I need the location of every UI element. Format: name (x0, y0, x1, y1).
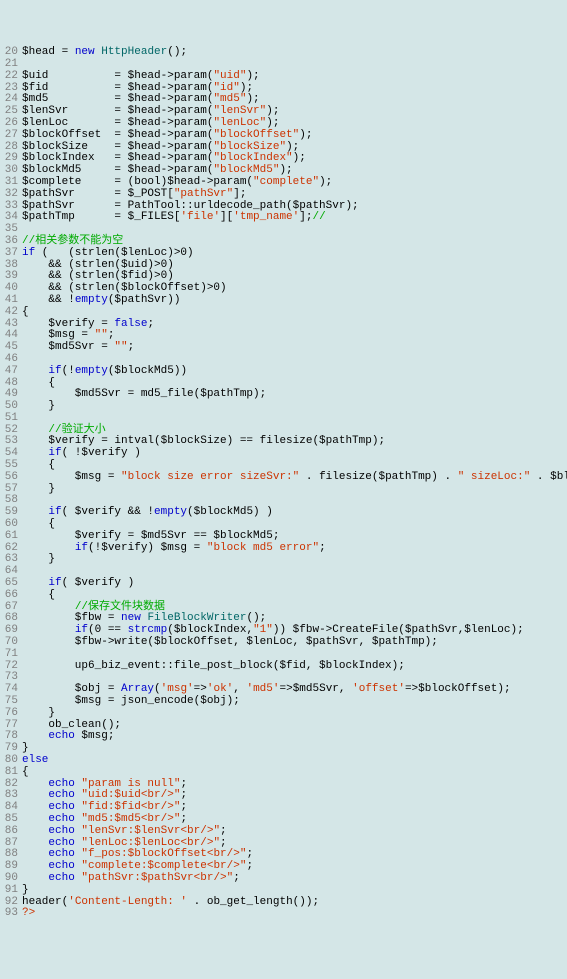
code-line: 92header('Content-Length: ' . ob_get_len… (0, 897, 567, 909)
line-number: 93 (0, 908, 22, 920)
line-number: 85 (0, 814, 22, 826)
code-line: 71 (0, 649, 567, 661)
code-text: up6_biz_event::file_post_block($fid, $bl… (22, 661, 567, 673)
code-line: 72 up6_biz_event::file_post_block($fid, … (0, 661, 567, 673)
line-number: 61 (0, 531, 22, 543)
code-text: && !empty($pathSvr)) (22, 295, 567, 307)
code-text: $blockOffset = $head->param("blockOffset… (22, 130, 567, 142)
code-text: } (22, 554, 567, 566)
code-text: //相关参数不能为空 (22, 236, 567, 248)
line-number: 66 (0, 590, 22, 602)
code-listing: 20$head = new HttpHeader();2122$uid = $h… (0, 47, 567, 920)
code-line: 59 if( $verify && !empty($blockMd5) ) (0, 507, 567, 519)
line-number: 22 (0, 71, 22, 83)
code-text: ?> (22, 908, 567, 920)
code-line: 78 echo $msg; (0, 731, 567, 743)
code-text (22, 649, 567, 661)
code-text: header('Content-Length: ' . ob_get_lengt… (22, 897, 567, 909)
line-number: 42 (0, 307, 22, 319)
code-text: $msg = json_encode($obj); (22, 696, 567, 708)
code-line: 36//相关参数不能为空 (0, 236, 567, 248)
code-text: $fbw->write($blockOffset, $lenLoc, $path… (22, 637, 567, 649)
code-text: } (22, 401, 567, 413)
code-line: 21 (0, 59, 567, 71)
code-text: $md5Svr = ""; (22, 342, 567, 354)
code-text: } (22, 484, 567, 496)
line-number: 41 (0, 295, 22, 307)
code-text: } (22, 743, 567, 755)
code-line: 80else (0, 755, 567, 767)
code-text: $head = new HttpHeader(); (22, 47, 567, 59)
code-text: if ( (strlen($lenLoc)>0) (22, 248, 567, 260)
line-number: 31 (0, 177, 22, 189)
code-line: 65 if( $verify ) (0, 578, 567, 590)
code-line: 20$head = new HttpHeader(); (0, 47, 567, 59)
line-number: 51 (0, 413, 22, 425)
line-number: 92 (0, 897, 22, 909)
code-line: 76 } (0, 708, 567, 720)
code-line: 70 $fbw->write($blockOffset, $lenLoc, $p… (0, 637, 567, 649)
code-text: $complete = (bool)$head->param("complete… (22, 177, 567, 189)
code-text: echo $msg; (22, 731, 567, 743)
code-line: 49 $md5Svr = md5_file($pathTmp); (0, 389, 567, 401)
code-line: 63 } (0, 554, 567, 566)
code-line: 62 if(!$verify) $msg = "block md5 error"… (0, 543, 567, 555)
line-number: 32 (0, 189, 22, 201)
code-line: 56 $msg = "block size error sizeSvr:" . … (0, 472, 567, 484)
code-line: 93?> (0, 908, 567, 920)
line-number: 46 (0, 354, 22, 366)
code-text: if(!$verify) $msg = "block md5 error"; (22, 543, 567, 555)
line-number: 27 (0, 130, 22, 142)
line-number: 76 (0, 708, 22, 720)
code-text: if( !$verify ) (22, 448, 567, 460)
code-text (22, 59, 567, 71)
line-number: 91 (0, 885, 22, 897)
line-number: 36 (0, 236, 22, 248)
code-line: 79} (0, 743, 567, 755)
line-number: 86 (0, 826, 22, 838)
code-text: { (22, 307, 567, 319)
line-number: 71 (0, 649, 22, 661)
line-number: 21 (0, 59, 22, 71)
code-line: 75 $msg = json_encode($obj); (0, 696, 567, 708)
code-line: 47 if(!empty($blockMd5)) (0, 366, 567, 378)
code-text: $msg = "block size error sizeSvr:" . fil… (22, 472, 567, 484)
code-line: 41 && !empty($pathSvr)) (0, 295, 567, 307)
code-text: if( $verify && !empty($blockMd5) ) (22, 507, 567, 519)
code-line: 57 } (0, 484, 567, 496)
line-number: 47 (0, 366, 22, 378)
code-line: 54 if( !$verify ) (0, 448, 567, 460)
code-line: 31$complete = (bool)$head->param("comple… (0, 177, 567, 189)
code-line: 45 $md5Svr = ""; (0, 342, 567, 354)
code-line: 42{ (0, 307, 567, 319)
code-line: 22$uid = $head->param("uid"); (0, 71, 567, 83)
line-number: 56 (0, 472, 22, 484)
code-text: $pathTmp = $_FILES['file']['tmp_name'];/… (22, 212, 567, 224)
code-line: 34$pathTmp = $_FILES['file']['tmp_name']… (0, 212, 567, 224)
code-text: $uid = $head->param("uid"); (22, 71, 567, 83)
code-text: } (22, 708, 567, 720)
line-number: 81 (0, 767, 22, 779)
code-text: $md5Svr = md5_file($pathTmp); (22, 389, 567, 401)
line-number: 37 (0, 248, 22, 260)
line-number: 26 (0, 118, 22, 130)
code-line: 50 } (0, 401, 567, 413)
code-text: else (22, 755, 567, 767)
code-text: if( $verify ) (22, 578, 567, 590)
code-line: 37if ( (strlen($lenLoc)>0) (0, 248, 567, 260)
code-line: 32$pathSvr = $_POST["pathSvr"]; (0, 189, 567, 201)
code-text: $pathSvr = $_POST["pathSvr"]; (22, 189, 567, 201)
code-text: if(!empty($blockMd5)) (22, 366, 567, 378)
